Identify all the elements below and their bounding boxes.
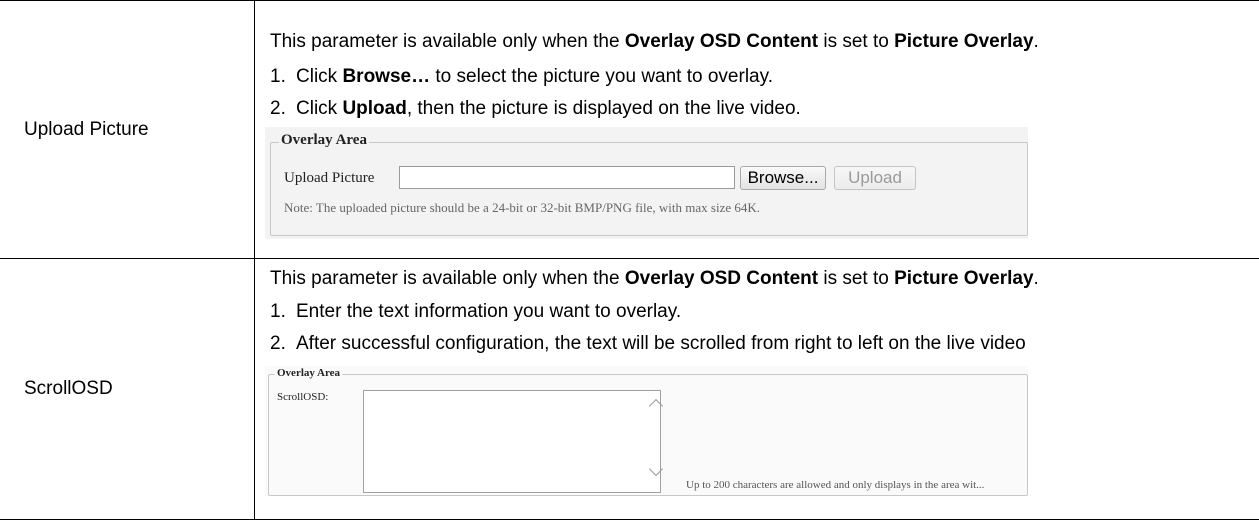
column-divider: [254, 0, 255, 520]
overlay-area-screenshot-scrollosd: Overlay Area ScrollOSD: Up to 200 charac…: [265, 366, 1028, 496]
row2-step2: 2. After successful configuration, the te…: [270, 333, 1026, 354]
scrollosd-textarea[interactable]: [363, 390, 661, 493]
upload-note: Note: The uploaded picture should be a 2…: [284, 200, 760, 215]
row1-step2: 2. Click Upload, then the picture is disp…: [270, 98, 801, 119]
overlay-area-screenshot-upload: Overlay Area Upload Picture Browse... Up…: [265, 127, 1028, 239]
overlay-area-legend-2: Overlay Area: [275, 367, 343, 379]
row1-step1: 1. Click Browse… to select the picture yo…: [270, 66, 773, 87]
upload-picture-input[interactable]: [399, 166, 735, 189]
upload-picture-label: Upload Picture: [284, 170, 375, 186]
param-name-upload-picture: Upload Picture: [24, 119, 149, 140]
scrollosd-label: ScrollOSD:: [277, 391, 329, 403]
parameter-table: Upload Picture This parameter is availab…: [0, 0, 1259, 520]
param-name-scrollosd: ScrollOSD: [24, 378, 113, 399]
overlay-area-legend: Overlay Area: [279, 132, 369, 149]
browse-button[interactable]: Browse...: [740, 166, 826, 190]
row2-intro: This parameter is available only when th…: [270, 268, 1039, 289]
table-top-border: [0, 0, 1259, 1]
scrollosd-hint: Up to 200 characters are allowed and onl…: [686, 479, 985, 491]
upload-button[interactable]: Upload: [834, 166, 916, 190]
row1-intro: This parameter is available only when th…: [270, 31, 1039, 52]
row2-step1: 1. Enter the text information you want to…: [270, 301, 682, 322]
row-divider: [0, 258, 1259, 259]
